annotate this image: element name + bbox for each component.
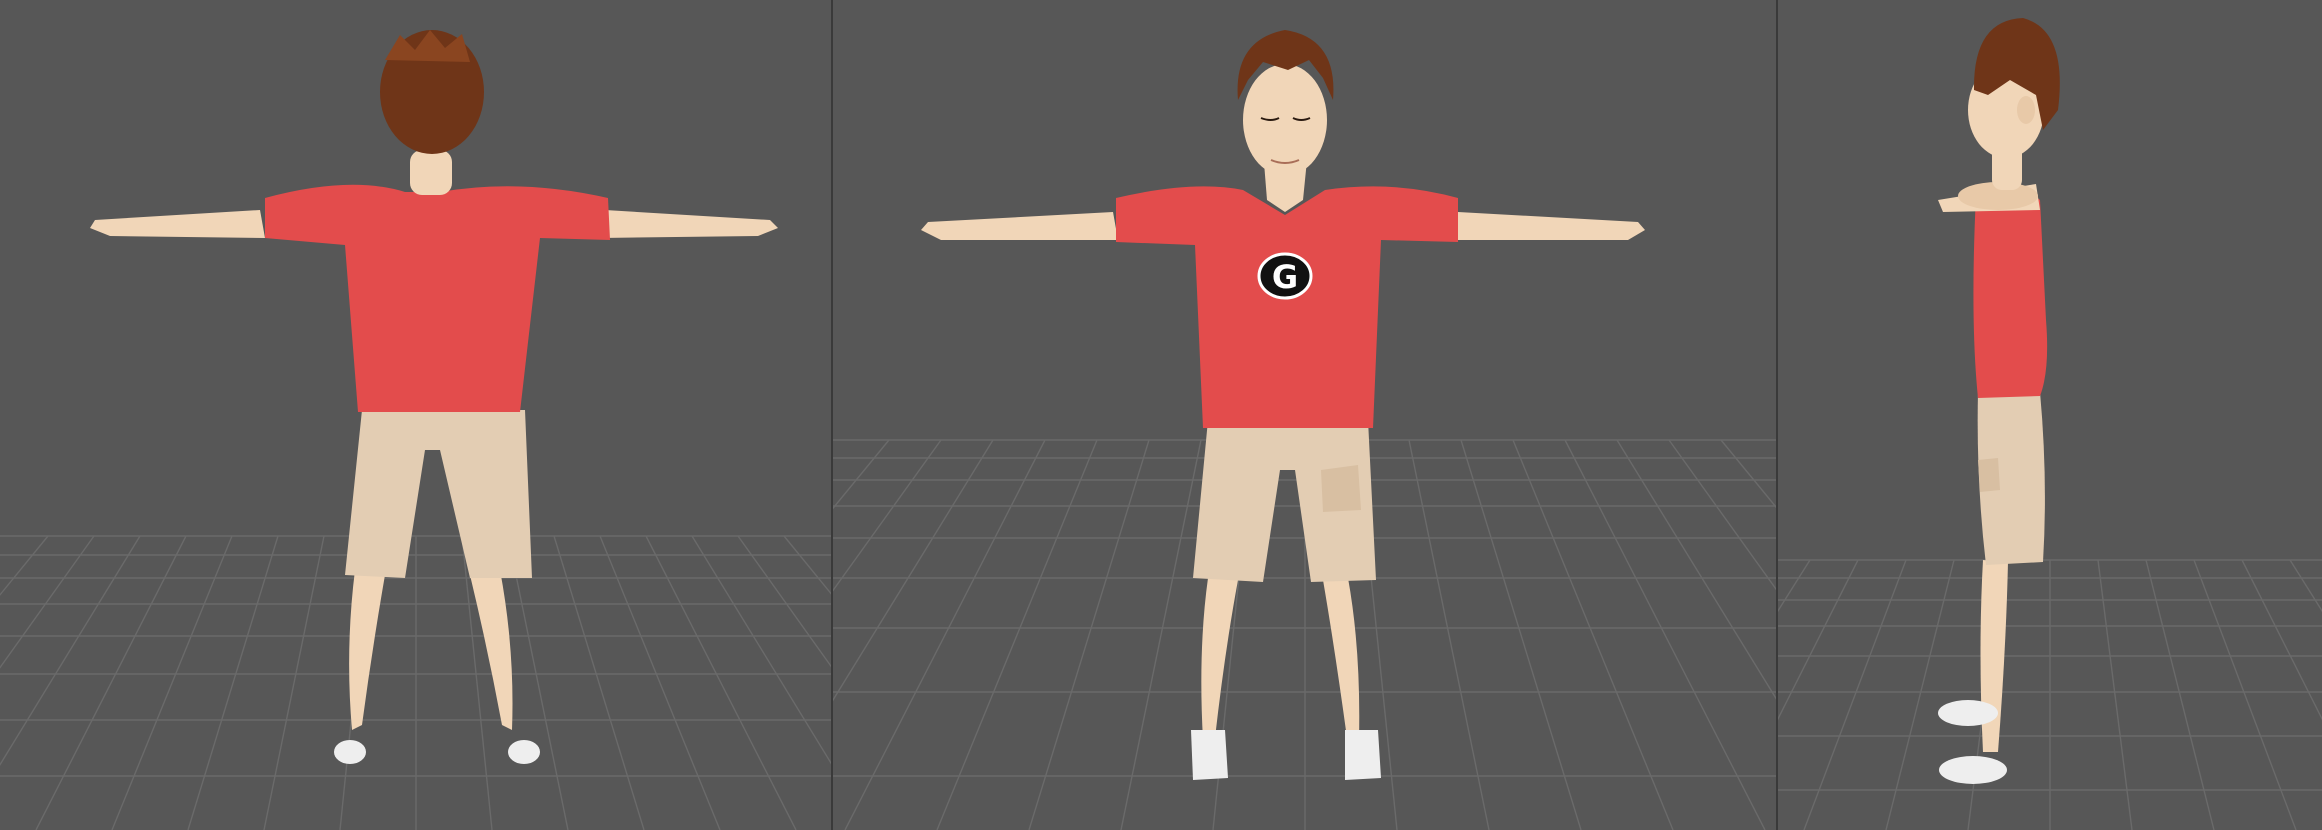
ground-grid <box>1778 559 2322 830</box>
ear <box>2017 96 2036 124</box>
arm-right <box>600 210 778 238</box>
viewport-strip: G <box>0 0 2322 830</box>
ground-grid <box>0 535 832 830</box>
viewport-side[interactable] <box>1776 0 2322 830</box>
arm-right <box>1455 212 1646 240</box>
shorts <box>345 410 532 578</box>
neck <box>410 150 452 195</box>
character-front: G <box>921 30 1646 780</box>
arm-left <box>90 210 265 238</box>
cargo-pocket <box>1978 458 2001 492</box>
face <box>1243 64 1328 176</box>
shirt <box>1116 186 1459 428</box>
shoe-right <box>1345 730 1382 780</box>
cargo-pocket <box>1321 465 1362 512</box>
shirt <box>265 184 610 412</box>
shoe-left <box>1191 730 1229 780</box>
shoe-left <box>334 740 366 764</box>
shirt <box>1973 188 2048 398</box>
viewport-back[interactable] <box>0 0 832 830</box>
viewport-front[interactable]: G <box>831 0 1777 830</box>
arm-left <box>921 212 1119 240</box>
side-view-canvas <box>1778 18 2322 830</box>
character-back <box>90 30 778 764</box>
shoe-right <box>508 740 540 764</box>
shoe-back <box>1938 700 1999 726</box>
back-view-canvas <box>0 30 832 830</box>
shoe-front <box>1939 756 2008 784</box>
character-side <box>1938 18 2061 784</box>
logo-letter: G <box>1272 258 1298 296</box>
front-view-canvas: G <box>833 30 1777 830</box>
shirt-logo: G <box>1257 252 1313 300</box>
